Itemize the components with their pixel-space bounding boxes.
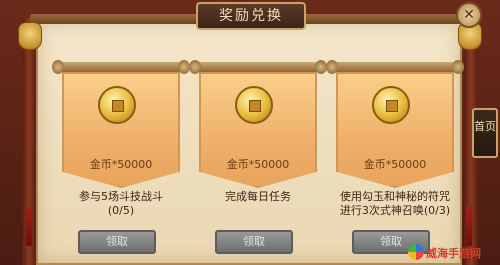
lantern-icon-left: [18, 22, 42, 50]
coin-icon: [98, 86, 136, 124]
reward-card: 金币*50000 使用勾玉和神秘的符咒 进行3次式神召唤(0/3) 领取: [326, 60, 464, 262]
reward-amount: 金币*50000: [89, 158, 153, 171]
watermark-text: 威海手游网: [426, 247, 481, 260]
tassel-right: [466, 206, 472, 246]
close-icon: ✕: [463, 7, 475, 23]
banner-rod: [52, 60, 190, 74]
reward-card: 金币*50000 完成每日任务 领取: [189, 60, 327, 262]
task-description: 使用勾玉和神秘的符咒 进行3次式神召唤(0/3): [339, 190, 451, 217]
reward-amount: 金币*50000: [363, 158, 427, 171]
claim-button[interactable]: 领取: [78, 230, 156, 254]
banner-rod: [326, 60, 464, 74]
close-button[interactable]: ✕: [456, 2, 482, 28]
watermark: 威海手游网: [408, 242, 498, 262]
reward-card: 金币*50000 参与5场斗技战斗 (0/5) 领取: [52, 60, 190, 262]
coin-icon: [235, 86, 273, 124]
coin-icon: [372, 86, 410, 124]
banner-rod: [189, 60, 327, 74]
reward-amount: 金币*50000: [226, 158, 290, 171]
home-side-tab[interactable]: 首页: [472, 108, 498, 158]
tassel-left: [26, 206, 32, 246]
claim-button[interactable]: 领取: [215, 230, 293, 254]
watermark-logo-icon: [408, 244, 424, 260]
window-title: 奖励兑换: [196, 2, 306, 30]
task-description: 完成每日任务: [225, 190, 291, 203]
task-description: 参与5场斗技战斗 (0/5): [79, 190, 163, 217]
